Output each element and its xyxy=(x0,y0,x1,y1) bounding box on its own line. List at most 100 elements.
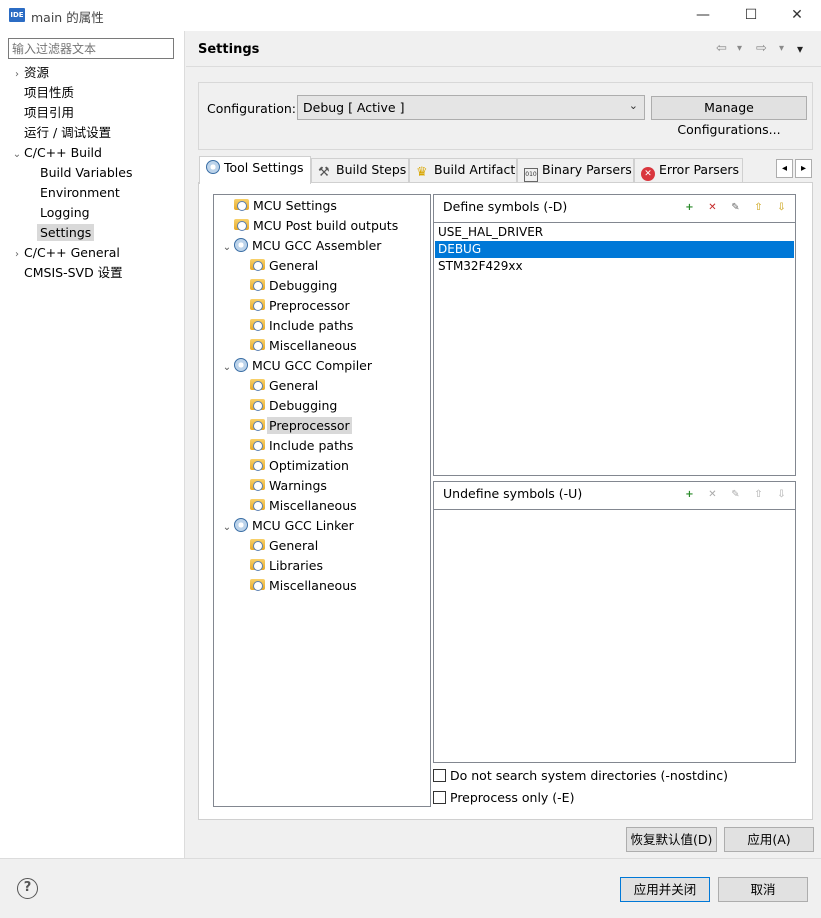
delete-icon[interactable]: ✕ xyxy=(705,200,720,215)
edit-icon[interactable]: ✎ xyxy=(728,200,743,215)
tree-item-mcu-gcc-compiler[interactable]: ⌄ MCU GCC Compiler xyxy=(220,356,372,376)
trophy-icon: ♛ xyxy=(416,165,428,180)
apply-and-close-button[interactable]: 应用并关闭 xyxy=(620,877,710,902)
tree-item-assembler-general[interactable]: General xyxy=(250,256,318,276)
folder-settings-icon xyxy=(234,199,249,211)
nav-label: Build Variables xyxy=(40,165,133,180)
folder-settings-icon xyxy=(250,259,265,271)
list-item-selected[interactable]: DEBUG xyxy=(435,241,794,258)
nav-item-project-references[interactable]: 项目引用 xyxy=(10,103,182,123)
nav-item-build-variables[interactable]: Build Variables xyxy=(10,163,182,183)
tab-build-artifact[interactable]: ♛ Build Artifact xyxy=(409,158,517,182)
chevron-down-icon[interactable]: ⌄ xyxy=(10,145,24,165)
close-button[interactable]: ✕ xyxy=(782,4,812,26)
tree-item-linker-general[interactable]: General xyxy=(250,536,318,556)
folder-settings-icon xyxy=(250,299,265,311)
tree-item-mcu-settings[interactable]: MCU Settings xyxy=(220,196,337,216)
tree-item-compiler-miscellaneous[interactable]: Miscellaneous xyxy=(250,496,357,516)
help-icon[interactable]: ? xyxy=(17,878,38,899)
tree-label: Optimization xyxy=(269,458,349,473)
nav-label: Environment xyxy=(40,185,120,200)
tab-tool-settings[interactable]: Tool Settings xyxy=(199,156,311,184)
back-arrow-icon[interactable]: ⇦ xyxy=(716,41,727,56)
maximize-button[interactable]: ☐ xyxy=(736,4,766,26)
list-item[interactable]: USE_HAL_DRIVER xyxy=(435,224,794,241)
chevron-right-icon[interactable]: › xyxy=(10,245,24,265)
wand-icon: ⚒ xyxy=(318,165,330,180)
manage-configurations-button[interactable]: Manage Configurations... xyxy=(651,96,807,137)
tree-item-compiler-general[interactable]: General xyxy=(250,376,318,396)
tree-item-linker-miscellaneous[interactable]: Miscellaneous xyxy=(250,576,357,596)
tab-scroll-left-button[interactable]: ◂ xyxy=(776,159,793,178)
chevron-down-icon: ⌄ xyxy=(628,99,638,112)
tree-item-compiler-include-paths[interactable]: Include paths xyxy=(250,436,353,456)
folder-settings-icon xyxy=(250,559,265,571)
move-up-icon[interactable]: ⇧ xyxy=(751,200,766,215)
tab-error-parsers[interactable]: ✕ Error Parsers xyxy=(634,158,743,182)
dialog-button-bar: ? 应用并关闭 取消 xyxy=(0,858,821,918)
filter-input[interactable] xyxy=(8,38,174,59)
tree-label: MCU GCC Compiler xyxy=(252,358,373,373)
tree-label: Preprocessor xyxy=(267,417,352,434)
preferences-nav-pane: ›资源 项目性质 项目引用 运行 / 调试设置 ⌄C/C++ Build Bui… xyxy=(0,31,185,858)
view-menu-icon[interactable]: ▾ xyxy=(797,42,803,56)
nostdinc-checkbox[interactable] xyxy=(433,769,446,782)
chevron-right-icon[interactable]: › xyxy=(10,65,24,85)
tree-item-compiler-preprocessor[interactable]: Preprocessor xyxy=(250,416,352,436)
folder-settings-icon xyxy=(250,279,265,291)
tree-item-compiler-optimization[interactable]: Optimization xyxy=(250,456,349,476)
tab-scroll-right-button[interactable]: ▸ xyxy=(795,159,812,178)
undefine-symbols-group: Undefine symbols (-U) + ✕ ✎ ⇧ ⇩ xyxy=(433,481,796,763)
define-symbols-group: Define symbols (-D) + ✕ ✎ ⇧ ⇩ USE_HAL_DR… xyxy=(433,194,796,476)
minimize-button[interactable]: — xyxy=(688,4,718,26)
chevron-down-icon[interactable]: ⌄ xyxy=(220,238,234,258)
tab-binary-parsers[interactable]: 010 Binary Parsers xyxy=(517,158,634,182)
error-icon: ✕ xyxy=(641,167,655,181)
nav-item-settings[interactable]: Settings xyxy=(10,223,182,243)
tree-item-compiler-warnings[interactable]: Warnings xyxy=(250,476,327,496)
nav-item-cmsis-svd[interactable]: CMSIS-SVD 设置 xyxy=(10,263,182,283)
forward-history-dropdown-icon[interactable]: ▾ xyxy=(779,43,784,54)
tab-label: Build Steps xyxy=(336,162,407,177)
nav-item-cpp-build[interactable]: ⌄ C/C++ Build xyxy=(10,143,182,163)
chevron-down-icon[interactable]: ⌄ xyxy=(220,518,234,538)
folder-settings-icon xyxy=(250,319,265,331)
cancel-button[interactable]: 取消 xyxy=(718,877,808,902)
apply-button[interactable]: 应用(A) xyxy=(724,827,814,852)
nav-item-project-natures[interactable]: 项目性质 xyxy=(10,83,182,103)
tree-item-assembler-preprocessor[interactable]: Preprocessor xyxy=(250,296,350,316)
nav-label: 资源 xyxy=(24,65,50,80)
gear-icon xyxy=(206,160,220,174)
tree-item-compiler-debugging[interactable]: Debugging xyxy=(250,396,337,416)
back-history-dropdown-icon[interactable]: ▾ xyxy=(737,43,742,54)
nav-item-resource[interactable]: › 资源 xyxy=(10,63,182,83)
add-icon[interactable]: + xyxy=(682,200,697,215)
tree-item-assembler-miscellaneous[interactable]: Miscellaneous xyxy=(250,336,357,356)
nostdinc-option[interactable]: Do not search system directories (-nostd… xyxy=(433,768,728,783)
tab-build-steps[interactable]: ⚒ Build Steps xyxy=(311,158,409,182)
tree-item-mcu-gcc-assembler[interactable]: ⌄ MCU GCC Assembler xyxy=(220,236,381,256)
add-icon[interactable]: + xyxy=(682,487,697,502)
list-item[interactable]: STM32F429xx xyxy=(435,258,794,275)
nav-item-logging[interactable]: Logging xyxy=(10,203,182,223)
tree-item-mcu-post-build-outputs[interactable]: MCU Post build outputs xyxy=(220,216,398,236)
configuration-select[interactable]: Debug [ Active ] ⌄ xyxy=(297,95,645,120)
tree-item-linker-libraries[interactable]: Libraries xyxy=(250,556,323,576)
restore-defaults-button[interactable]: 恢复默认值(D) xyxy=(626,827,717,852)
tab-label: Tool Settings xyxy=(224,160,304,175)
preprocess-only-option[interactable]: Preprocess only (-E) xyxy=(433,790,574,805)
gear-icon xyxy=(234,518,248,532)
nav-item-cpp-general[interactable]: › C/C++ General xyxy=(10,243,182,263)
nav-item-run-debug-settings[interactable]: 运行 / 调试设置 xyxy=(10,123,182,143)
chevron-down-icon[interactable]: ⌄ xyxy=(220,358,234,378)
nav-item-environment[interactable]: Environment xyxy=(10,183,182,203)
define-symbols-list[interactable]: USE_HAL_DRIVER DEBUG STM32F429xx xyxy=(434,222,795,475)
tree-item-mcu-gcc-linker[interactable]: ⌄ MCU GCC Linker xyxy=(220,516,354,536)
move-down-icon[interactable]: ⇩ xyxy=(774,200,789,215)
configuration-value: Debug [ Active ] xyxy=(303,100,405,115)
tree-item-assembler-debugging[interactable]: Debugging xyxy=(250,276,337,296)
forward-arrow-icon[interactable]: ⇨ xyxy=(756,41,767,56)
preprocess-only-checkbox[interactable] xyxy=(433,791,446,804)
tree-item-assembler-include-paths[interactable]: Include paths xyxy=(250,316,353,336)
undefine-symbols-list[interactable] xyxy=(434,509,795,762)
